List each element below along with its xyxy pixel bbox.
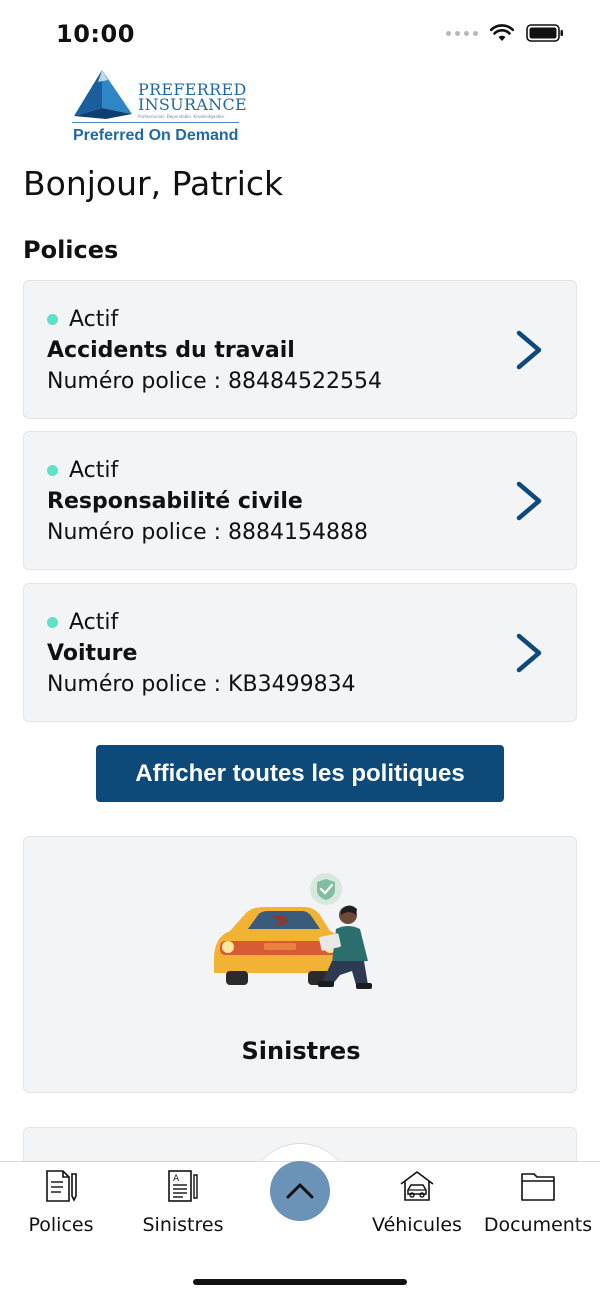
cellular-signal-icon [446, 30, 478, 36]
claims-card[interactable]: Sinistres [23, 836, 577, 1093]
chevron-up-icon [286, 1183, 314, 1199]
tab-documents[interactable]: Documents [473, 1166, 600, 1236]
policy-status-label: Actif [69, 610, 119, 635]
policy-number: Numéro police : 8884154888 [47, 520, 369, 545]
brand-logo: PREFERRED INSURANCE Professionals. Depen… [72, 66, 247, 148]
tab-label: Documents [483, 1214, 593, 1236]
greeting-heading: Bonjour, Patrick [23, 164, 284, 203]
tab-label: Véhicules [372, 1214, 462, 1236]
status-time: 10:00 [56, 20, 135, 48]
policy-status: Actif [47, 610, 118, 635]
policy-card[interactable]: Actif Voiture Numéro police : KB3499834 [23, 583, 577, 722]
logo-divider [72, 122, 239, 123]
policies-section-title: Polices [23, 236, 119, 264]
tab-sinistres[interactable]: A Sinistres [118, 1166, 248, 1236]
policy-number: Numéro police : KB3499834 [47, 672, 356, 697]
policy-number: Numéro police : 88484522554 [47, 369, 383, 394]
policy-card[interactable]: Actif Responsabilité civile Numéro polic… [23, 431, 577, 570]
tab-polices[interactable]: Polices [0, 1166, 126, 1236]
policy-name: Voiture [47, 641, 138, 666]
svg-text:A: A [173, 1174, 180, 1184]
status-icons [446, 24, 564, 42]
policy-status: Actif [47, 458, 118, 483]
claims-form-icon: A [168, 1170, 198, 1202]
active-status-dot-icon [47, 617, 58, 628]
active-status-dot-icon [47, 465, 58, 476]
logo-wordmark: PREFERRED INSURANCE [138, 80, 247, 114]
claims-card-label: Sinistres [241, 1037, 361, 1065]
vehicle-garage-icon [400, 1171, 434, 1201]
logo-subtitle: Preferred On Demand [73, 127, 239, 144]
car-damage-claim-illustration [214, 873, 372, 989]
status-bar: 10:00 [0, 0, 600, 64]
active-status-dot-icon [47, 314, 58, 325]
tab-vehicules[interactable]: Véhicules [352, 1166, 482, 1236]
battery-icon [526, 24, 563, 42]
chevron-right-icon[interactable] [512, 480, 546, 522]
policy-name: Accidents du travail [47, 338, 295, 363]
policy-document-icon [46, 1170, 77, 1202]
policy-status: Actif [47, 307, 118, 332]
policy-status-label: Actif [69, 307, 119, 332]
expand-menu-button[interactable] [270, 1161, 330, 1221]
home-indicator [193, 1279, 407, 1285]
tab-label: Polices [28, 1214, 94, 1236]
chevron-right-icon[interactable] [512, 329, 546, 371]
logo-tagline: Professionals. Dependable. Knowledgeable… [138, 114, 226, 119]
view-all-policies-button[interactable]: Afficher toutes les politiques [96, 745, 504, 802]
pyramid-logo-icon [74, 70, 132, 119]
policy-card[interactable]: Actif Accidents du travail Numéro police… [23, 280, 577, 419]
policy-status-label: Actif [69, 458, 119, 483]
chevron-right-icon[interactable] [512, 632, 546, 674]
folder-icon [521, 1173, 555, 1201]
policy-name: Responsabilité civile [47, 489, 303, 514]
tab-label: Sinistres [142, 1214, 224, 1236]
wifi-icon [490, 24, 514, 41]
